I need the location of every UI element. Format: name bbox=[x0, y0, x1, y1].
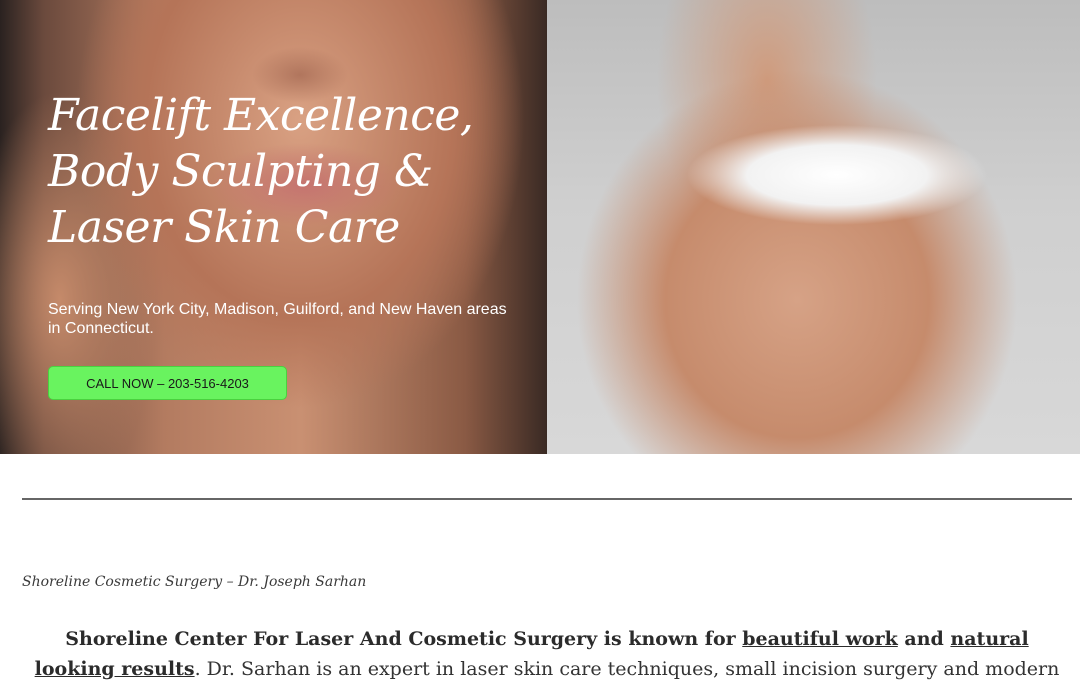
headline-line: Facelift Excellence, bbox=[48, 90, 474, 141]
intro-text: . Dr. Sarhan is an expert in laser skin … bbox=[194, 658, 1060, 680]
hero-section: Facelift Excellence, Body Sculpting & La… bbox=[0, 0, 1080, 454]
hero-body-image bbox=[547, 0, 1080, 454]
hero-content: Facelift Excellence, Body Sculpting & La… bbox=[48, 88, 528, 338]
practice-subtitle: Shoreline Cosmetic Surgery – Dr. Joseph … bbox=[22, 574, 367, 590]
headline-line: Laser Skin Care bbox=[48, 202, 400, 253]
hero-headline: Facelift Excellence, Body Sculpting & La… bbox=[48, 88, 528, 256]
call-now-button[interactable]: CALL NOW – 203-516-4203 bbox=[48, 366, 287, 400]
beautiful-work-link[interactable]: beautiful work bbox=[742, 628, 898, 650]
section-divider bbox=[22, 498, 1072, 500]
intro-paragraph: Shoreline Center For Laser And Cosmetic … bbox=[22, 624, 1072, 684]
headline-line: Body Sculpting & bbox=[48, 146, 433, 197]
intro-bold-text: and bbox=[897, 628, 951, 650]
hero-subtext: Serving New York City, Madison, Guilford… bbox=[48, 301, 507, 337]
intro-bold-text: Shoreline Center For Laser And Cosmetic … bbox=[65, 628, 743, 650]
